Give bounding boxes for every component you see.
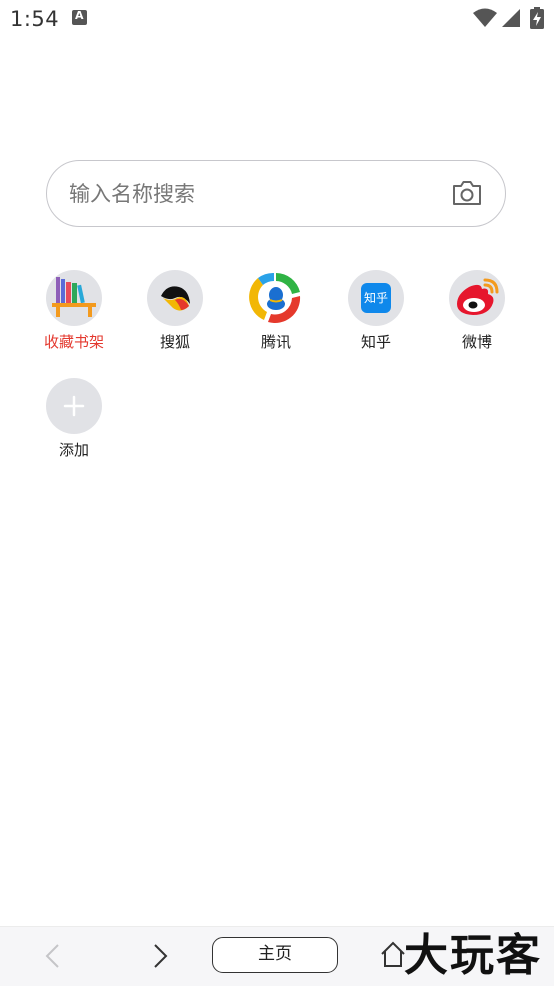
- bookshelf-icon: [46, 270, 102, 326]
- search-bar: [46, 160, 506, 227]
- camera-icon[interactable]: [451, 179, 483, 207]
- tencent-icon: [248, 270, 304, 326]
- shortcut-label: 搜狐: [159, 333, 190, 351]
- forward-arrow-icon[interactable]: [147, 941, 177, 971]
- status-bar: 1:54: [0, 0, 554, 38]
- weibo-icon: [449, 270, 505, 326]
- zhihu-icon: 知乎: [348, 270, 404, 326]
- zhihu-badge: 知乎: [361, 283, 391, 313]
- shortcut-bookshelf[interactable]: 收藏书架: [24, 270, 124, 352]
- battery-charging-icon: [530, 7, 544, 29]
- wifi-icon: [473, 8, 497, 27]
- shortcut-label: 添加: [58, 441, 89, 459]
- shortcut-sohu[interactable]: 搜狐: [125, 270, 225, 352]
- add-icon: [46, 378, 102, 434]
- shortcut-zhihu[interactable]: 知乎 知乎: [326, 270, 426, 352]
- status-time: 1:54: [10, 7, 60, 31]
- shortcut-add[interactable]: 添加: [24, 378, 124, 460]
- back-arrow-icon[interactable]: [38, 941, 68, 971]
- bottom-toolbar: 主页 大玩客: [0, 926, 554, 986]
- shortcut-tencent[interactable]: 腾讯: [226, 270, 326, 352]
- shortcut-weibo[interactable]: 微博: [427, 270, 527, 352]
- shortcut-label: 收藏书架: [43, 333, 104, 351]
- search-input[interactable]: [67, 161, 431, 227]
- shortcut-label: 腾讯: [260, 333, 291, 351]
- watermark: 大玩客: [404, 930, 542, 981]
- shortcut-label: 知乎: [360, 333, 391, 351]
- notification-a-icon: [72, 9, 87, 25]
- signal-icon: [502, 9, 520, 27]
- shortcut-label: 微博: [461, 333, 492, 351]
- sohu-icon: [147, 270, 203, 326]
- home-button[interactable]: 主页: [212, 937, 338, 973]
